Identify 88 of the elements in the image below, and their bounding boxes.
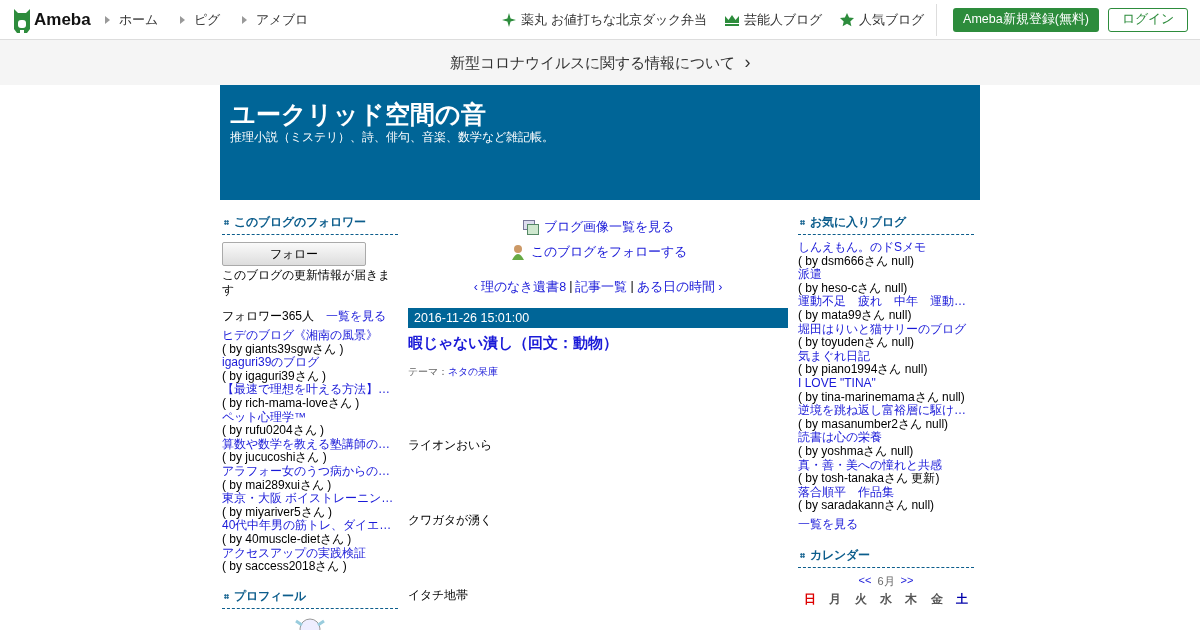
see-all-link[interactable]: 一覧を見る	[798, 515, 974, 533]
blog-link[interactable]: アクセスアップの実践検証	[222, 546, 398, 561]
pager-separator: |	[569, 279, 573, 295]
follow-note: このブログの更新情報が届きます	[222, 268, 391, 298]
blog-link[interactable]: ヒデのブログ《湘南の風景》	[222, 329, 398, 343]
blog-author: ( by 40muscle-dietさん )	[222, 532, 352, 546]
post-text: イタチ地帯	[408, 587, 469, 604]
weekday-label: 金	[930, 591, 943, 606]
follower-count: フォロワー365人	[222, 308, 315, 325]
blog-author: ( by piano1994さん null)	[798, 363, 929, 377]
blog-link[interactable]: igaguri39のブログ	[222, 356, 398, 370]
blog-author: ( by igaguri39さん )	[222, 369, 328, 384]
image-list-link[interactable]: ブログ画像一覧を見る	[522, 216, 674, 238]
blog-author: ( by rich-mama-loveさん )	[222, 396, 361, 411]
section-heading: プロフィール	[222, 587, 398, 609]
see-all-link[interactable]: 一覧を見る	[326, 308, 387, 325]
nav-link[interactable]: ピグ	[179, 10, 220, 29]
header-link[interactable]: 薬丸 お値打ちな北京ダック弁当	[502, 10, 708, 29]
blog-title[interactable]: ユークリッド空間の音	[230, 99, 970, 129]
follow-blog-link[interactable]: このブログをフォローする	[509, 241, 687, 263]
notice-link[interactable]: 新型コロナウイルスに関する情報について ›	[449, 52, 751, 73]
weekday-label: 土	[955, 591, 968, 606]
header-link[interactable]: 芸能人ブログ	[725, 10, 823, 29]
blog-link[interactable]: 40代中年男の筋トレ、ダイエ…	[222, 519, 398, 533]
post-date: 2016-11-26 15:01:00	[408, 308, 788, 328]
post-list-link[interactable]: 記事一覧	[575, 279, 628, 296]
blog-author: ( by saccess2018さん )	[222, 560, 348, 574]
blog-link[interactable]: 気まぐれ日記	[798, 349, 974, 364]
nav-link[interactable]: アメブロ	[241, 10, 308, 29]
blog-author: ( by rufu0204さん )	[222, 424, 326, 438]
header-link[interactable]: 人気ブログ	[840, 10, 925, 29]
sparkle-icon	[502, 12, 517, 27]
ameba-logo[interactable]: Ameba	[34, 9, 91, 30]
blog-author: ( by tosh-tanakaさん 更新)	[798, 472, 940, 486]
weekday-label: 日	[804, 591, 816, 606]
blog-link[interactable]: 読書は心の栄養	[798, 431, 974, 445]
follow-button[interactable]: フォロー	[222, 242, 366, 266]
weekday-label: 月	[829, 591, 842, 606]
blog-author: ( by masanumber2さん null)	[798, 417, 950, 432]
prev-month-link[interactable]: <<	[858, 573, 872, 589]
blog-link[interactable]: I LOVE "TINA"	[798, 376, 974, 391]
weekday-label: 火	[854, 591, 867, 606]
blog-author: ( by dsm666さん null)	[798, 254, 916, 269]
blog-author: ( by jucucoshiさん )	[222, 451, 328, 465]
images-icon	[522, 219, 539, 235]
section-heading: このブログのフォロワー	[222, 214, 398, 235]
blog-link[interactable]: ペット心理学™	[222, 410, 398, 425]
blog-link[interactable]: 真・善・美への憧れと共感	[798, 458, 974, 473]
register-button[interactable]: Ameba新規登録(無料)	[953, 7, 1099, 32]
section-heading: お気に入りブログ	[798, 214, 974, 235]
blog-link[interactable]: 落合順平 作品集	[798, 485, 974, 500]
blog-author: ( by saradakannさん null)	[798, 499, 936, 513]
blog-link[interactable]: 逆境を跳ね返し富裕層に駆け…	[798, 404, 974, 418]
blog-link[interactable]: しんえもん。のドSメモ	[798, 241, 974, 255]
pager-separator: |	[630, 279, 634, 295]
blog-author: ( by toyudenさん null)	[798, 336, 916, 350]
blog-link[interactable]: 算数や数学を教える塾講師の…	[222, 437, 398, 452]
blog-author: ( by heso-cさん null)	[798, 281, 908, 296]
post-title[interactable]: 暇じゃない潰し（回文：動物）	[408, 334, 788, 353]
section-heading: カレンダー	[798, 546, 974, 568]
blog-description: 推理小説（ミステリ）、詩、俳句、音楽、数学など雑記帳。	[230, 129, 555, 146]
next-post-link[interactable]: ある日の時間 ›	[636, 279, 723, 296]
blog-link[interactable]: 派遣	[798, 268, 974, 282]
blog-author: ( by mata99さん null)	[798, 308, 913, 322]
weekday-label: 木	[905, 591, 918, 606]
prev-post-link[interactable]: ‹ 理のなき遺書8	[473, 279, 567, 296]
blog-author: ( by miyariver5さん )	[222, 505, 333, 520]
crown-icon	[725, 13, 740, 26]
blog-link[interactable]: 堀田はりいと猫サリーのブログ	[798, 322, 974, 337]
login-button[interactable]: ログイン	[1108, 7, 1188, 32]
calendar-month: 6月	[877, 573, 895, 589]
blog-link[interactable]: 東京・大阪 ボイストレーニン…	[222, 492, 398, 506]
star-icon	[840, 12, 855, 27]
blog-link[interactable]: 運動不足 疲れ 中年 運動…	[798, 295, 974, 309]
blog-link[interactable]: 【最速で理想を叶える方法】…	[222, 383, 398, 397]
blog-author: ( by mai289xuiさん )	[222, 478, 333, 493]
theme-label: テーマ：	[408, 366, 448, 377]
weekday-label: 水	[880, 591, 892, 606]
nav-link[interactable]: ホーム	[104, 10, 158, 29]
post-text: クワガタが湧く	[408, 512, 493, 529]
blog-link[interactable]: アラフォー女のうつ病からの…	[222, 464, 398, 479]
theme-link[interactable]: ネタの呆庫	[448, 366, 498, 377]
mascot-icon	[12, 6, 32, 33]
person-icon	[509, 244, 526, 260]
blog-author: ( by yoshmaさん null)	[798, 444, 915, 458]
blog-author: ( by giants39sgwさん )	[222, 342, 345, 357]
post-text: ライオンおいら	[408, 437, 493, 454]
next-month-link[interactable]: >>	[900, 573, 914, 589]
